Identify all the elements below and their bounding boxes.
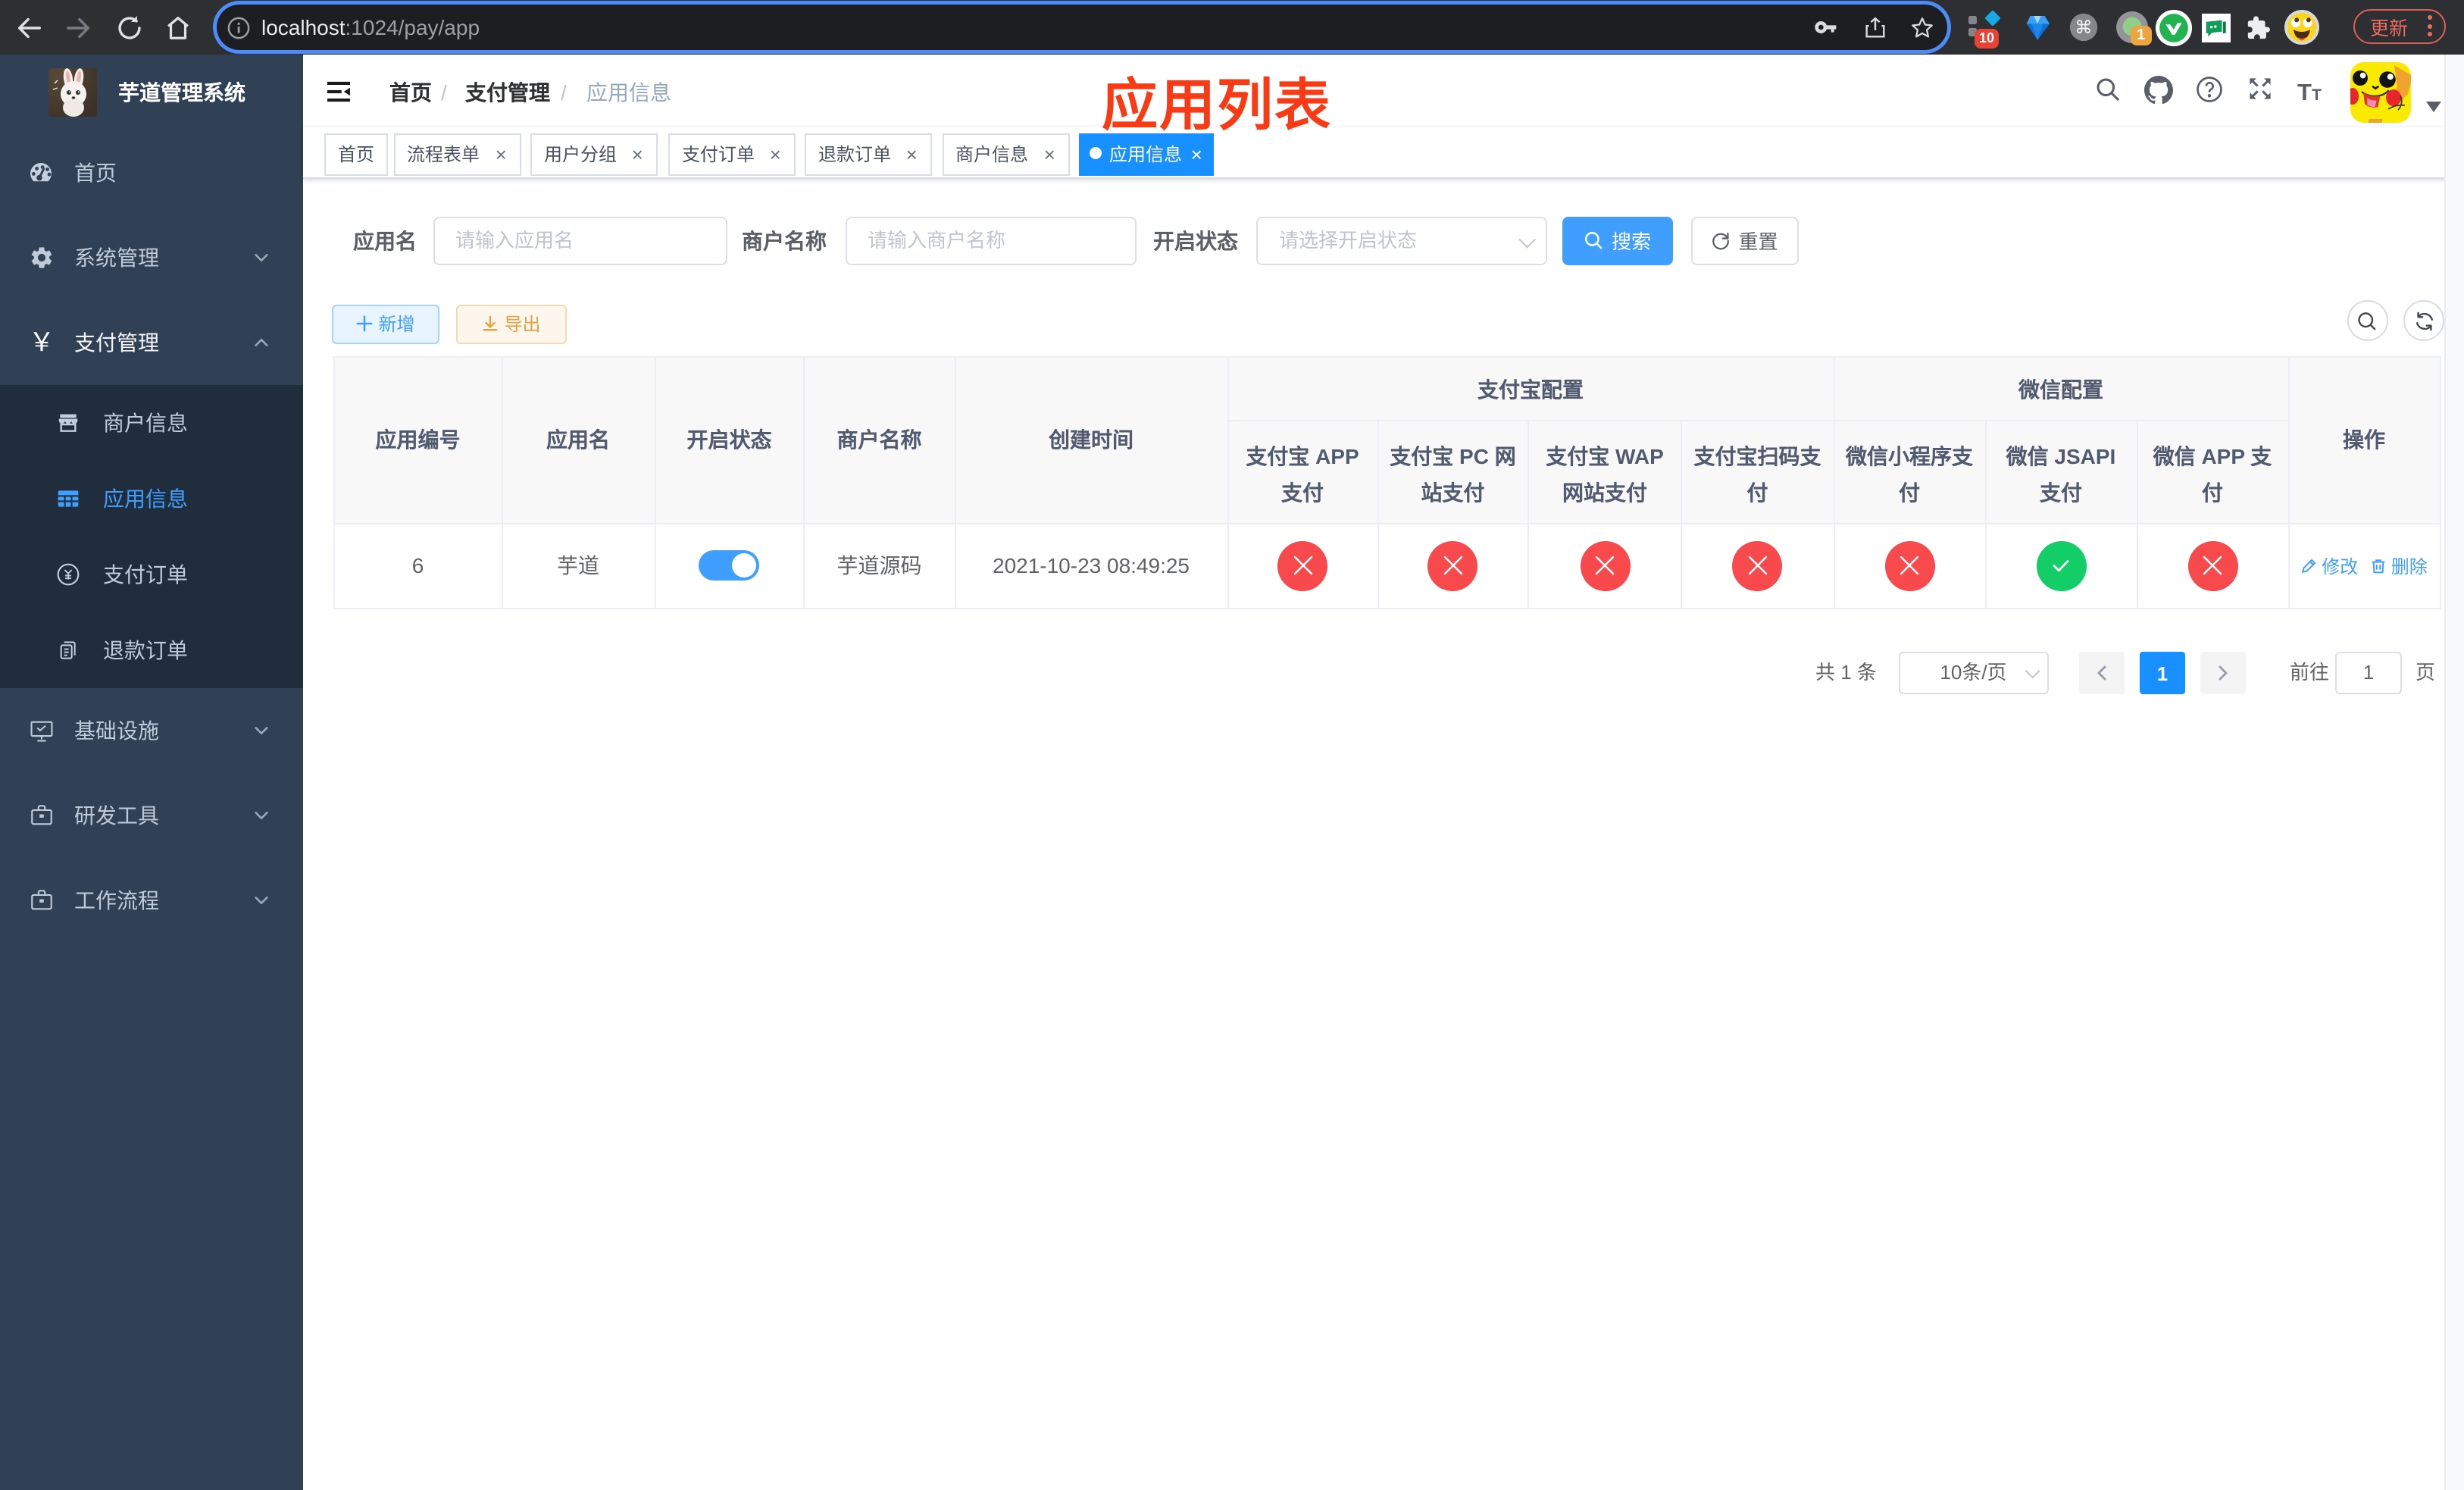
svg-text:⌘: ⌘ [2075, 18, 2093, 38]
svg-text:T: T [2297, 79, 2311, 105]
svg-text:T: T [2311, 86, 2321, 104]
